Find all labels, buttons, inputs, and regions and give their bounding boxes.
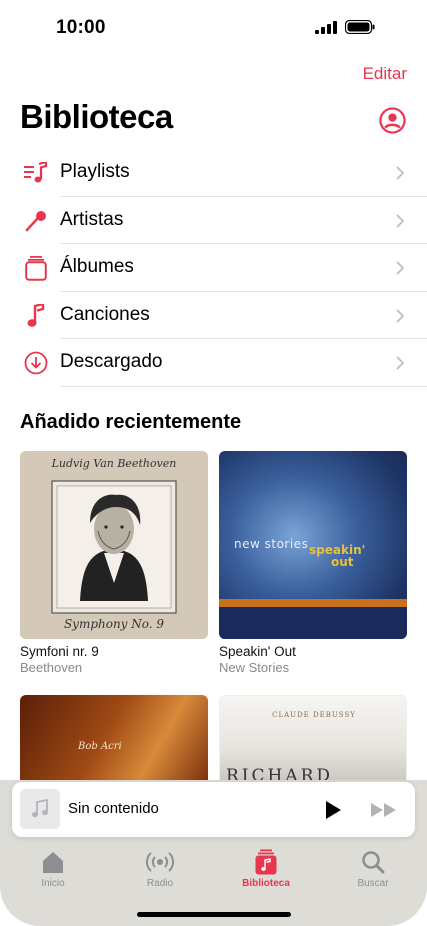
section-title: Añadido recientemente — [20, 411, 242, 433]
cover-stripe — [219, 599, 407, 607]
album-card[interactable]: Ludvig Van Beethoven Symphony No. 9 Symf… — [20, 451, 208, 675]
divider — [60, 385, 427, 387]
now-playing-artwork — [20, 789, 60, 829]
cover-text: new stories — [234, 537, 309, 551]
album-cover: Ludvig Van Beethoven Symphony No. 9 — [20, 451, 208, 639]
chevron-right-icon — [396, 166, 405, 180]
tab-buscar[interactable]: Buscar — [333, 848, 413, 889]
edit-button[interactable]: Editar — [363, 64, 407, 84]
cover-heading: CLAUDE DEBUSSY — [272, 711, 356, 719]
status-bar: 10:00 — [0, 0, 427, 56]
album-card[interactable]: CLAUDE DEBUSSY RICHARD — [219, 695, 407, 785]
cover-footer: Symphony No. 9 — [63, 617, 165, 631]
album-title: Speakin' Out — [219, 644, 296, 659]
tab-inicio[interactable]: Inicio — [13, 848, 93, 889]
album-stack-icon — [24, 256, 48, 281]
tab-label: Buscar — [357, 878, 389, 889]
page-title: Biblioteca — [20, 98, 173, 135]
menu-item-artists[interactable]: Artistas — [0, 197, 427, 244]
album-card[interactable]: new stories speakin' out Speakin' Out Ne… — [219, 451, 407, 675]
tab-label: Inicio — [41, 878, 65, 889]
beethoven-cover-art — [20, 451, 208, 639]
tab-radio[interactable]: Radio — [120, 848, 200, 889]
microphone-icon — [24, 209, 48, 233]
home-icon — [38, 848, 68, 876]
album-card[interactable]: Bob Acri — [20, 695, 208, 785]
chevron-right-icon — [396, 261, 405, 275]
cover-text: out — [331, 555, 354, 569]
menu-item-label: Playlists — [60, 161, 130, 182]
album-cover: new stories speakin' out — [219, 451, 407, 639]
tab-label: Biblioteca — [242, 878, 290, 889]
cover-text: Bob Acri — [78, 741, 122, 752]
tab-label: Radio — [146, 878, 174, 889]
album-cover: Bob Acri — [20, 695, 208, 785]
menu-item-label: Descargado — [60, 351, 163, 372]
radio-icon — [145, 848, 175, 876]
album-artist: Beethoven — [20, 660, 83, 675]
mini-player[interactable]: Sin contenido — [12, 782, 415, 837]
album-title: Symfoni nr. 9 — [20, 644, 99, 659]
menu-item-downloaded[interactable]: Descargado — [0, 339, 427, 387]
library-icon — [251, 848, 281, 876]
status-time: 10:00 — [56, 17, 106, 38]
signal-icon — [315, 20, 337, 34]
status-icons — [315, 20, 375, 34]
playlist-icon — [24, 161, 48, 185]
menu-item-albums[interactable]: Álbumes — [0, 244, 427, 292]
library-menu: Playlists Artistas Álbumes Canciones Des… — [0, 149, 427, 387]
search-icon — [358, 848, 388, 876]
chevron-right-icon — [396, 213, 405, 228]
chevron-right-icon — [396, 308, 405, 323]
account-icon[interactable] — [379, 107, 406, 134]
forward-icon[interactable] — [369, 800, 399, 820]
music-note-icon — [24, 303, 48, 328]
home-indicator[interactable] — [137, 912, 291, 917]
cover-band — [219, 607, 407, 639]
album-artist: New Stories — [219, 660, 290, 675]
menu-item-playlists[interactable]: Playlists — [0, 149, 427, 197]
chevron-right-icon — [396, 356, 405, 370]
tab-biblioteca[interactable]: Biblioteca — [226, 848, 306, 889]
now-playing-title: Sin contenido — [68, 800, 159, 817]
album-cover: CLAUDE DEBUSSY RICHARD — [219, 695, 407, 785]
menu-item-label: Álbumes — [60, 256, 134, 277]
music-note-icon — [32, 799, 48, 818]
menu-item-songs[interactable]: Canciones — [0, 292, 427, 339]
cover-heading: Ludvig Van Beethoven — [51, 457, 177, 470]
menu-item-label: Canciones — [60, 303, 150, 325]
battery-icon — [345, 20, 375, 34]
download-circle-icon — [24, 351, 48, 375]
menu-item-label: Artistas — [60, 208, 124, 230]
play-icon[interactable] — [323, 800, 343, 820]
